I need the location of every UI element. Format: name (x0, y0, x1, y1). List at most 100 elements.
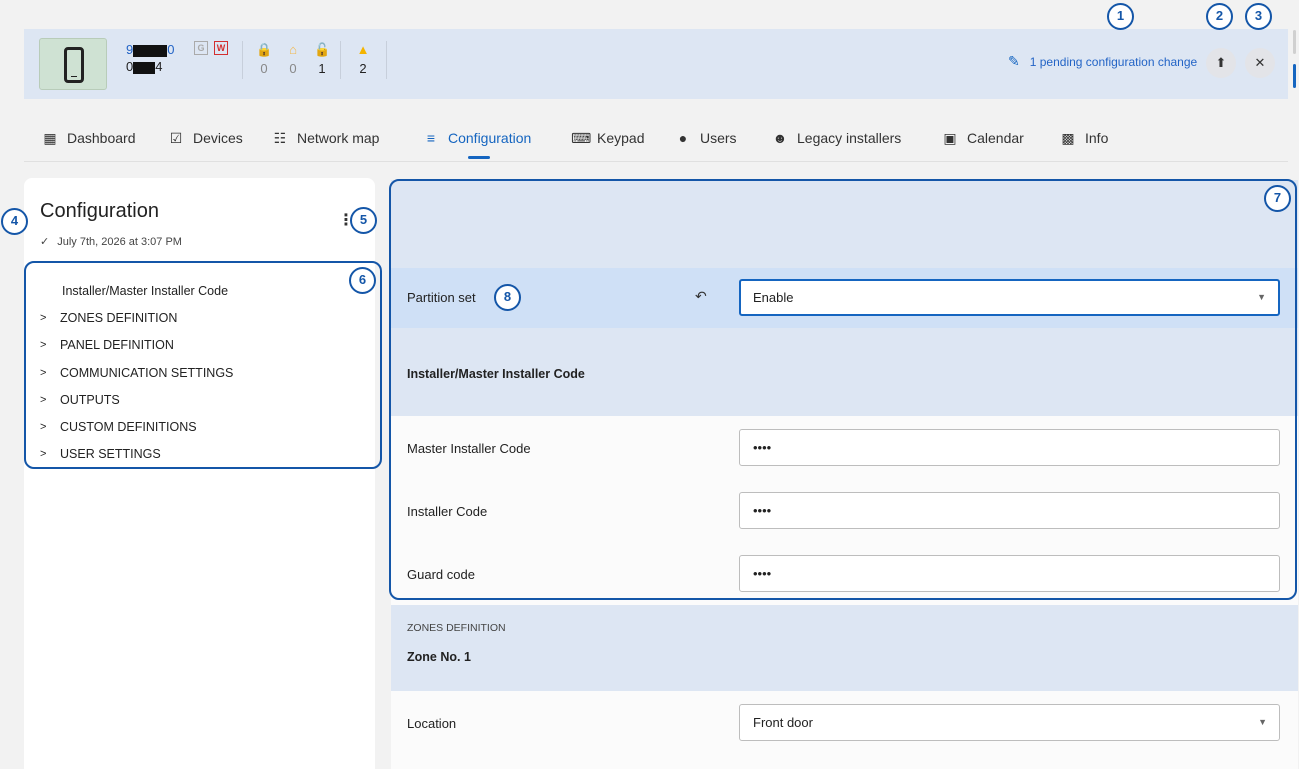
tab-label: Devices (193, 130, 243, 146)
device-identifiers: 90 04 (126, 41, 174, 75)
active-tab-indicator (468, 156, 490, 159)
tree-item-user-settings[interactable]: > USER SETTINGS (40, 441, 233, 468)
upload-icon: ⬆ (1215, 55, 1227, 70)
tab-dashboard[interactable]: ▦ Dashboard (41, 118, 135, 162)
partition-set-select[interactable]: Enable ▼ (739, 279, 1280, 316)
tree-item-installer-code[interactable]: Installer/Master Installer Code (40, 277, 233, 304)
tab-label: Keypad (597, 130, 645, 146)
panel-device-icon (64, 47, 84, 83)
tab-label: Network map (297, 130, 380, 146)
location-label: Location (407, 716, 457, 731)
network-map-icon: ☷ (273, 130, 287, 146)
tree-item-communication-settings[interactable]: > COMMUNICATION SETTINGS (40, 359, 233, 386)
installer-code-label: Installer Code (407, 504, 488, 519)
annotation-badge-4: 4 (1, 208, 28, 235)
upload-button[interactable]: ⬆ (1206, 48, 1236, 78)
redacted-block (133, 61, 156, 74)
tab-network-map[interactable]: ☷ Network map (271, 118, 380, 162)
location-row: Location Front door ▼ (391, 691, 1298, 769)
guard-code-row: Guard code •••• (391, 542, 1298, 605)
guard-code-label: Guard code (407, 567, 475, 582)
config-timestamp: ✓ July 7th, 2026 at 3:07 PM (40, 235, 182, 249)
tree-item-zones-definition[interactable]: > ZONES DEFINITION (40, 304, 233, 331)
tree-item-panel-definition[interactable]: > PANEL DEFINITION (40, 332, 233, 359)
tree-item-custom-definitions[interactable]: > CUSTOM DEFINITIONS (40, 413, 233, 440)
w-badge: W (214, 41, 228, 55)
form-header-band (391, 180, 1298, 268)
tab-label: Calendar (967, 130, 1024, 146)
divider (340, 41, 341, 79)
section-header: Installer/Master Installer Code (391, 328, 1298, 416)
g-badge: G (194, 41, 208, 55)
annotation-badge-6: 6 (349, 267, 376, 294)
close-icon: ✕ (1254, 55, 1266, 70)
partition-set-row: Partition set ↶ Enable ▼ (391, 268, 1298, 328)
master-installer-code-input[interactable]: •••• (739, 429, 1280, 466)
tab-calendar[interactable]: ▣ Calendar (941, 118, 1024, 162)
tab-devices[interactable]: ☑ Devices (167, 118, 243, 162)
guard-code-input[interactable]: •••• (739, 555, 1280, 592)
pending-changes-link[interactable]: ✎ 1 pending configuration change (1008, 53, 1197, 70)
serial-prefix: 9 (126, 42, 134, 57)
tab-users[interactable]: ● Users (674, 118, 737, 162)
tab-label: Info (1085, 130, 1109, 146)
legacy-installers-icon: ☻ (772, 130, 788, 146)
annotation-badge-2: 2 (1206, 3, 1233, 30)
warning-status: ▲ 2 (355, 41, 371, 76)
warning-count: 2 (359, 61, 367, 76)
tab-label: Configuration (448, 130, 532, 146)
tab-info[interactable]: ▩ Info (1059, 118, 1108, 162)
tab-legacy-installers[interactable]: ☻ Legacy installers (771, 118, 902, 162)
installer-code-row: Installer Code •••• (391, 479, 1298, 542)
tree-item-label: CUSTOM DEFINITIONS (60, 420, 197, 435)
config-tree: Installer/Master Installer Code > ZONES D… (40, 277, 233, 468)
lock-red-icon: 🔒 (256, 42, 273, 57)
configuration-sidebar: Configuration ✓ July 7th, 2026 at 3:07 P… (24, 178, 375, 769)
pencil-icon: ✎ (1008, 53, 1020, 69)
device-header-bar: 90 04 G W 🔒 0 ⌂ 0 🔓 1 ▲ 2 ✎ 1 pending co… (24, 29, 1288, 99)
tree-item-outputs[interactable]: > OUTPUTS (40, 386, 233, 413)
disarmed-status: 🔓 1 (314, 41, 330, 76)
chevron-right-icon: > (40, 448, 47, 461)
annotation-badge-8: 8 (494, 284, 521, 311)
check-icon: ✓ (40, 236, 50, 248)
configuration-icon: ≡ (426, 130, 436, 146)
disarmed-count: 1 (318, 61, 326, 76)
tree-item-label: OUTPUTS (60, 392, 120, 407)
armed-count: 0 (260, 61, 268, 76)
tab-label: Users (700, 130, 737, 146)
annotation-badge-3: 3 (1245, 3, 1272, 30)
calendar-icon: ▣ (943, 130, 957, 146)
tree-item-label: COMMUNICATION SETTINGS (60, 365, 234, 380)
timestamp-text: July 7th, 2026 at 3:07 PM (57, 235, 182, 248)
scrollbar-thumb[interactable] (1293, 64, 1296, 88)
tree-item-label: Installer/Master Installer Code (62, 283, 229, 298)
page-title: Configuration (40, 200, 159, 222)
chevron-right-icon: > (40, 393, 47, 406)
home-status: ⌂ 0 (285, 41, 301, 76)
installer-code-input[interactable]: •••• (739, 492, 1280, 529)
tab-label: Legacy installers (797, 130, 902, 146)
scrollbar-track[interactable] (1293, 30, 1296, 54)
device-thumbnail[interactable] (39, 38, 107, 90)
tree-item-label: USER SETTINGS (60, 447, 161, 462)
master-installer-code-label: Master Installer Code (407, 441, 531, 456)
chevron-right-icon: > (40, 339, 47, 352)
undo-icon[interactable]: ↶ (695, 288, 707, 305)
serial-suffix: 0 (167, 42, 175, 57)
dropdown-arrow-icon: ▼ (1257, 292, 1266, 302)
chevron-right-icon: > (40, 311, 47, 324)
close-button[interactable]: ✕ (1245, 48, 1275, 78)
partition-set-value: Enable (753, 290, 794, 305)
home-count: 0 (289, 61, 297, 76)
zones-section-header: ZONES DEFINITION Zone No. 1 (391, 605, 1298, 691)
tab-keypad[interactable]: ⌨ Keypad (571, 118, 644, 162)
location-select[interactable]: Front door ▼ (739, 704, 1280, 741)
zone-title: Zone No. 1 (407, 650, 471, 664)
armed-status: 🔒 0 (256, 41, 272, 76)
dashboard-icon: ▦ (43, 130, 57, 146)
zones-section-label: ZONES DEFINITION (407, 622, 506, 634)
tree-item-label: PANEL DEFINITION (60, 338, 174, 353)
section-title: Installer/Master Installer Code (407, 367, 585, 381)
divider (242, 41, 243, 79)
